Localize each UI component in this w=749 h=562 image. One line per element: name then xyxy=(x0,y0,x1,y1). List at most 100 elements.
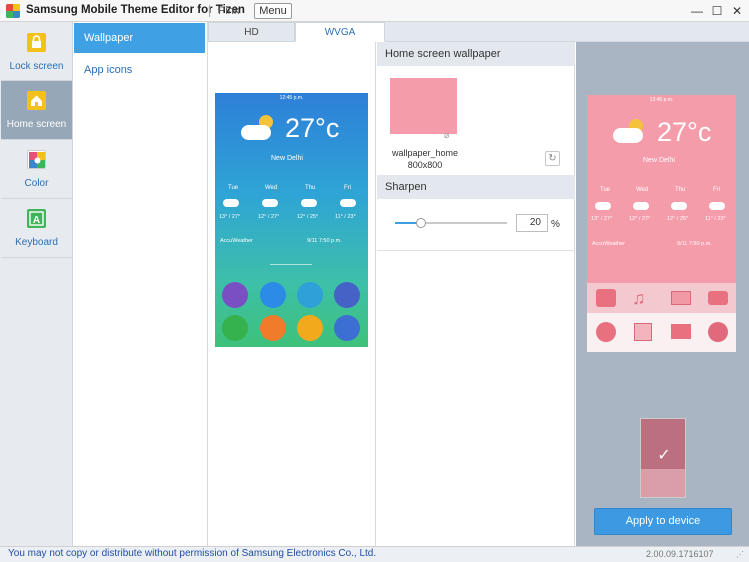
internet-icon xyxy=(708,322,728,342)
nav-label: Color xyxy=(24,178,49,189)
cloud-icon xyxy=(241,125,271,140)
forecast-day: Tue xyxy=(600,187,611,193)
cloud-icon xyxy=(709,202,725,210)
forecast-temp: 13° / 27° xyxy=(591,216,613,222)
sharpen-slider-thumb[interactable] xyxy=(416,218,426,228)
weather-provider: AccuWeather xyxy=(220,238,253,244)
window-title: Samsung Mobile Theme Editor for Tizen xyxy=(26,4,245,16)
themed-phone-preview: 12:45 p.m. 27°c New Delhi Tue Wed Thu Fr… xyxy=(587,95,736,352)
theme-name: Pink xyxy=(218,5,240,17)
gallery-icon xyxy=(297,282,323,308)
phone-time: 12:45 p.m. xyxy=(279,95,304,101)
phone-icon xyxy=(596,322,616,342)
resize-grip-icon[interactable]: ⋰ xyxy=(736,550,746,560)
wallpaper-filename: wallpaper_home xyxy=(391,148,459,158)
contacts-icon xyxy=(260,315,286,341)
maximize-button[interactable]: ☐ xyxy=(709,3,725,19)
cloud-icon xyxy=(671,202,687,210)
lock-icon xyxy=(27,33,46,52)
forecast-day: Thu xyxy=(675,187,686,193)
phone-icon xyxy=(222,315,248,341)
section-divider xyxy=(377,250,575,251)
nav-item-keyboard[interactable]: A Keyboard xyxy=(1,199,72,257)
menu-button[interactable]: Menu xyxy=(254,3,292,19)
cloud-icon xyxy=(340,199,356,207)
cloud-icon xyxy=(595,202,611,210)
nav-label: Keyboard xyxy=(15,237,58,248)
close-button[interactable]: ✕ xyxy=(729,3,745,19)
forecast-temp: 12° / 27° xyxy=(629,216,651,222)
forecast-temp: 12° / 25° xyxy=(667,216,689,222)
phone-preview: 12:45 p.m. 27°c New Delhi Tue Wed Thu Fr… xyxy=(215,93,368,347)
copyright-notice: You may not copy or distribute without p… xyxy=(8,548,377,559)
svg-text:A: A xyxy=(33,215,40,226)
camera-icon xyxy=(334,282,360,308)
forecast-day: Wed xyxy=(265,185,278,191)
left-nav: Lock screen Home screen Color A Keyboard xyxy=(0,22,73,546)
submenu-item-wallpaper[interactable]: Wallpaper xyxy=(74,23,205,53)
check-icon: ✓ xyxy=(657,447,671,464)
nav-item-home-screen[interactable]: Home screen xyxy=(1,81,72,139)
email-icon xyxy=(297,315,323,341)
forecast-temp: 11° / 23° xyxy=(335,214,356,220)
page-indicator xyxy=(270,264,312,265)
palette-icon xyxy=(27,150,46,169)
sharpen-value-input[interactable]: 20 xyxy=(516,214,548,232)
forecast-day: Thu xyxy=(305,185,316,191)
wallpaper-section-header: Home screen wallpaper xyxy=(377,42,575,66)
sharpen-unit: % xyxy=(551,219,560,230)
nav-divider xyxy=(1,257,72,258)
app-logo-icon xyxy=(6,4,20,18)
cloud-icon xyxy=(262,199,278,207)
submenu: Wallpaper App icons xyxy=(73,22,208,546)
cloud-icon xyxy=(301,199,317,207)
weather-updated: 9/11 7:50 p.m. xyxy=(677,241,712,247)
music-icon: ♫ xyxy=(632,288,646,308)
wallpaper-dimensions: 800x800 xyxy=(407,160,443,170)
forecast-day: Fri xyxy=(344,185,351,191)
forecast-day: Tue xyxy=(228,185,239,191)
nav-label: Home screen xyxy=(6,119,67,130)
forecast-temp: 13° / 27° xyxy=(219,214,241,220)
keyboard-a-icon: A xyxy=(27,209,46,228)
theme-thumbnail[interactable]: ✓ xyxy=(640,418,686,498)
music-icon xyxy=(260,282,286,308)
cloud-icon xyxy=(633,202,649,210)
phone-temperature: 27°c xyxy=(285,113,340,143)
sharpen-section-header: Sharpen xyxy=(377,175,575,199)
phone-city: New Delhi xyxy=(643,157,675,164)
apply-to-device-button[interactable]: Apply to device xyxy=(594,508,732,535)
title-separator xyxy=(209,5,210,17)
radio-icon xyxy=(596,289,616,307)
email-icon xyxy=(671,324,691,339)
nav-item-lock-screen[interactable]: Lock screen xyxy=(1,23,72,81)
version-label: 2.00.09.1716107 xyxy=(646,549,714,559)
nav-item-color[interactable]: Color xyxy=(1,140,72,198)
gallery-icon xyxy=(671,291,691,305)
weather-updated: 9/11 7:50 p.m. xyxy=(307,238,342,244)
tab-wvga[interactable]: WVGA xyxy=(295,22,385,42)
internet-icon xyxy=(334,315,360,341)
tab-hd[interactable]: HD xyxy=(208,22,295,42)
reset-wallpaper-button[interactable]: ↻ xyxy=(545,151,560,166)
forecast-temp: 12° / 25° xyxy=(297,214,319,220)
contacts-icon xyxy=(634,323,652,341)
forecast-day: Fri xyxy=(713,187,720,193)
cloud-icon xyxy=(613,128,643,143)
wallpaper-thumbnail[interactable] xyxy=(390,78,457,134)
phone-time: 12:45 p.m. xyxy=(649,97,674,103)
forecast-day: Wed xyxy=(636,187,649,193)
phone-city: New Delhi xyxy=(271,155,303,162)
weather-provider: AccuWeather xyxy=(592,241,625,247)
nav-label: Lock screen xyxy=(9,61,64,72)
forecast-temp: 11° / 23° xyxy=(705,216,726,222)
tab-strip xyxy=(384,22,749,42)
radio-icon xyxy=(222,282,248,308)
resolution-tabs: HD WVGA xyxy=(208,22,385,42)
minimize-button[interactable]: — xyxy=(689,3,705,19)
camera-icon xyxy=(708,291,728,305)
phone-temperature: 27°c xyxy=(657,117,712,147)
paperclip-icon: ⌀ xyxy=(444,130,450,140)
submenu-item-app-icons[interactable]: App icons xyxy=(74,55,205,85)
home-icon xyxy=(27,91,46,110)
